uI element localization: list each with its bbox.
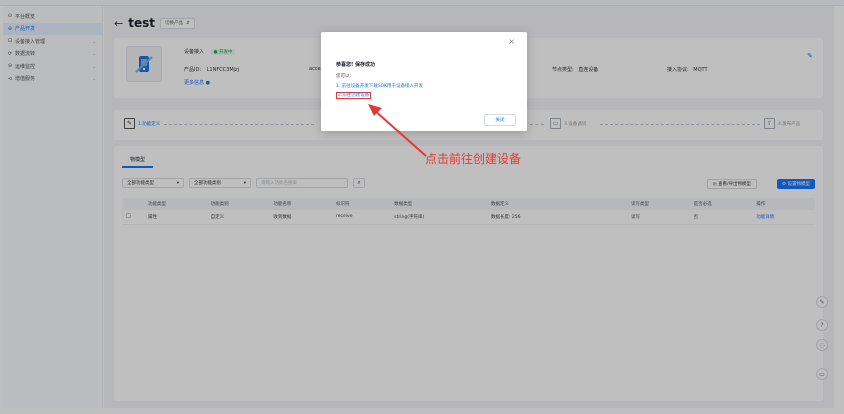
annotation-text: 点击前往创建设备: [425, 152, 522, 166]
sdk-download-link[interactable]: 1. 前往设备开发下载SDK用于设备接入开发: [336, 83, 423, 89]
dialog-title: 恭喜您! 保存成功: [336, 62, 376, 68]
app-window: ⊙ 平台概览 ⊕ 产品开发 ⊡ 设备接入管理 ⌄ ⟳ 数据流转 ⌄ ⊖ 运维监控 ⌄ ⊲ 增值服务…: [0, 0, 844, 414]
dialog-close-button[interactable]: 关闭: [484, 114, 516, 126]
close-icon[interactable]: ×: [508, 37, 515, 46]
dialog-subtitle: 您可以:: [336, 74, 352, 79]
create-device-link[interactable]: 2.前往创建设备: [336, 92, 372, 99]
annotation-arrow-icon: [368, 104, 427, 157]
